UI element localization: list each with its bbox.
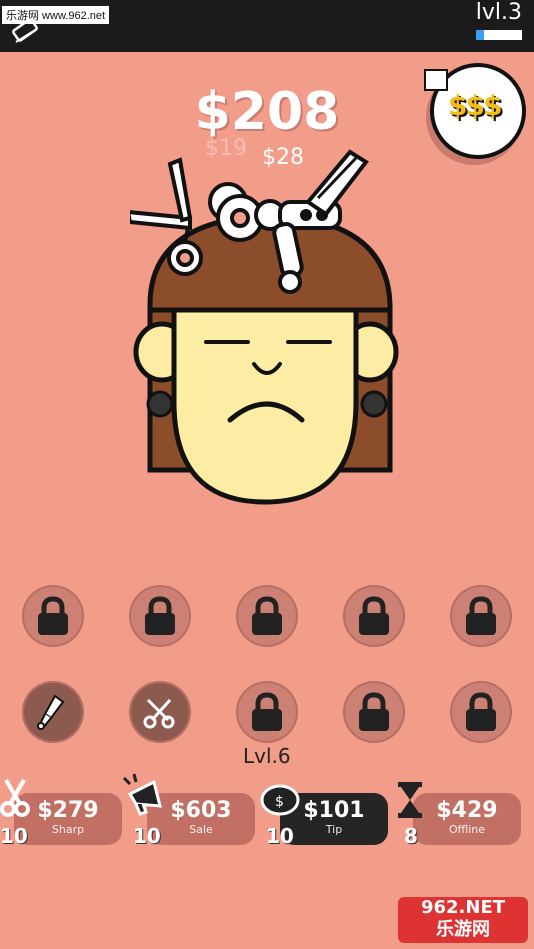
game-screen: 乐游网 www.962.net lvl.3 $208 $19 $28 $$$ L… — [0, 0, 534, 949]
watermark-logo: 962.NET 乐游网 — [398, 897, 528, 943]
razor-icon — [37, 694, 65, 730]
megaphone-icon — [122, 773, 162, 816]
watermark-line: 乐游网 — [436, 919, 490, 940]
upgrade-count: 10 — [133, 824, 161, 848]
upgrade-offline-button[interactable]: $429 Offline — [413, 793, 521, 845]
slot-locked — [343, 585, 405, 647]
scissors-icon — [0, 778, 30, 817]
slot-locked — [450, 585, 512, 647]
lock-icon — [466, 596, 496, 635]
piggy-bank-icon: $ — [260, 784, 300, 816]
lock-icon — [466, 692, 496, 731]
customer-head[interactable] — [130, 140, 400, 520]
upgrade-label: Tip — [325, 823, 343, 836]
level-progress-fill — [476, 30, 484, 40]
scissors-icon — [143, 698, 175, 729]
upgrade-count: 10 — [0, 824, 28, 848]
slot-locked — [129, 585, 191, 647]
upgrade-label: Sharp — [51, 823, 85, 836]
video-reward-button[interactable]: $$$ — [424, 63, 526, 159]
lock-icon — [359, 692, 389, 731]
hourglass-icon — [398, 782, 422, 818]
lock-icon — [252, 596, 282, 635]
slot-scissors[interactable] — [129, 681, 191, 743]
upgrade-price: $429 — [436, 798, 498, 823]
dollar-bundle-icon: $$$ — [448, 89, 502, 122]
watermark-line: 962.NET — [420, 897, 506, 918]
upgrade-label: Offline — [448, 823, 486, 836]
clipper-icon[interactable] — [8, 18, 42, 46]
slot-locked — [343, 681, 405, 743]
level-label: lvl.3 — [475, 0, 522, 25]
upgrade-count: 8 — [404, 824, 418, 848]
lock-icon — [38, 596, 68, 635]
slot-locked — [236, 681, 298, 743]
slot-locked — [236, 585, 298, 647]
next-unlock-level: Lvl.6 — [243, 744, 291, 768]
upgrade-count: 10 — [266, 824, 294, 848]
level-progress-bar — [476, 30, 522, 40]
lock-icon — [145, 596, 175, 635]
upgrade-label: Sale — [189, 823, 213, 836]
top-bar: 乐游网 www.962.net lvl.3 — [0, 0, 534, 52]
lock-icon — [359, 596, 389, 635]
lock-icon — [252, 692, 282, 731]
video-icon — [424, 69, 448, 91]
slot-locked — [22, 585, 84, 647]
slot-locked — [450, 681, 512, 743]
slot-razor[interactable] — [22, 681, 84, 743]
svg-text:$: $ — [275, 794, 284, 810]
upgrade-price: $279 — [37, 798, 99, 823]
upgrade-sharp-button[interactable]: $279 Sharp — [14, 793, 122, 845]
